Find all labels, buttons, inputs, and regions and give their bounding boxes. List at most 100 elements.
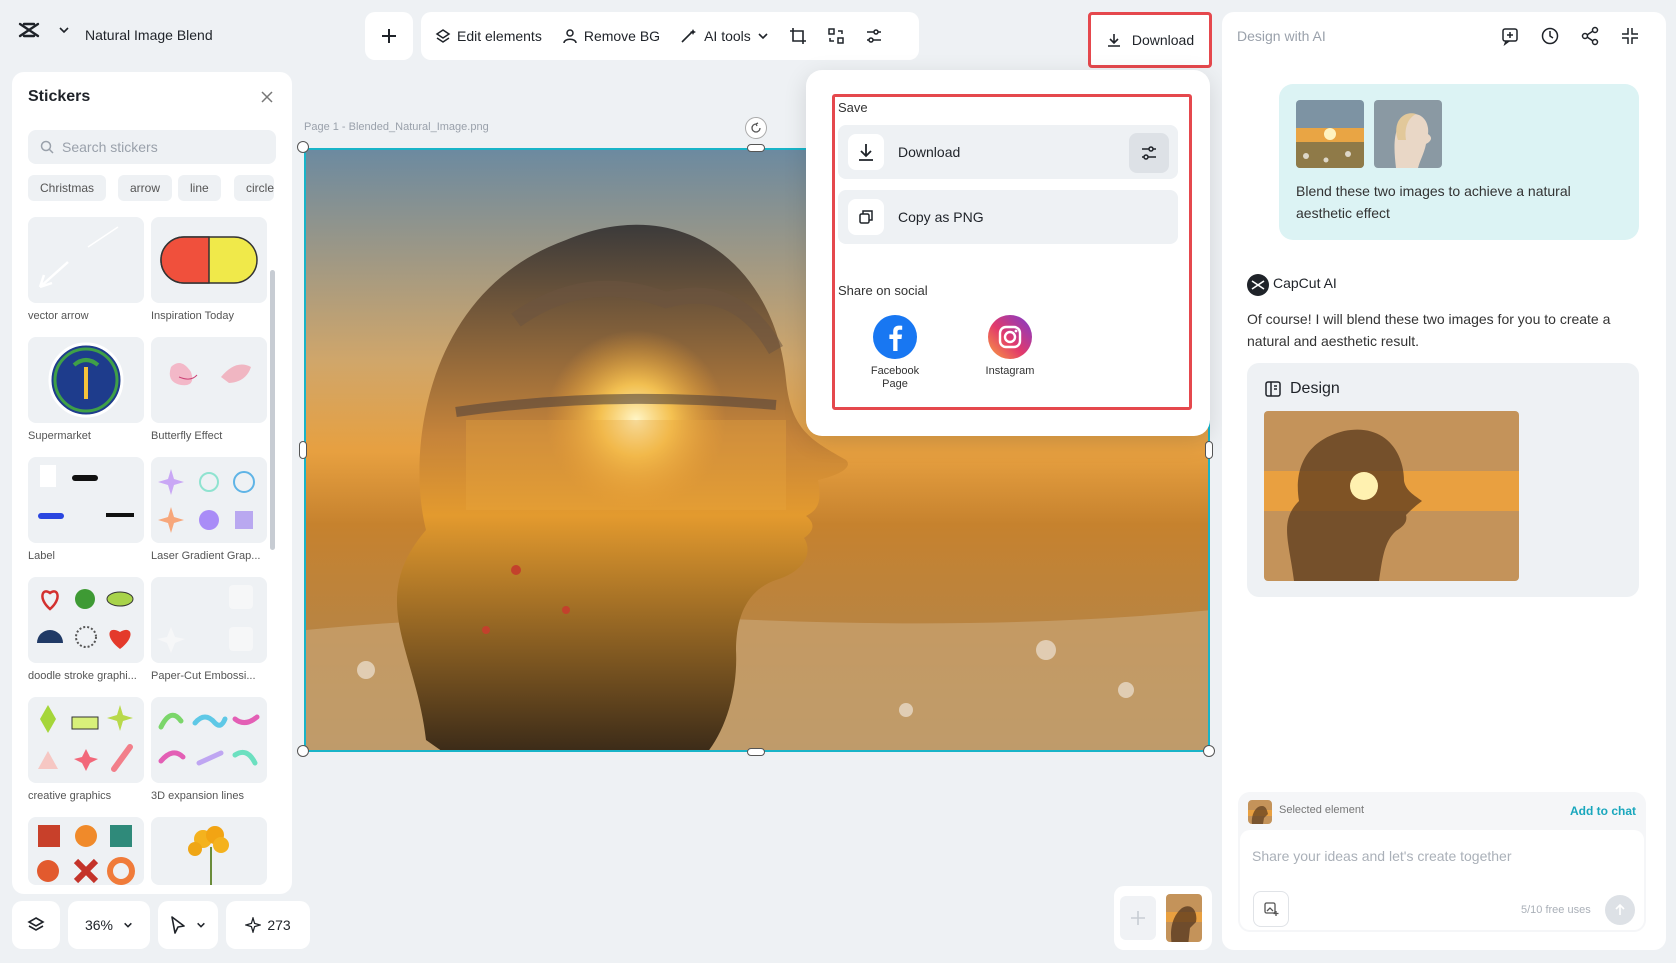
add-to-chat-button[interactable]: Add to chat [1570,804,1636,818]
download-settings-button[interactable] [1129,133,1169,173]
sticker-doodle-stroke[interactable] [28,577,144,663]
rotate-icon [750,122,762,134]
attached-image-portrait[interactable] [1374,100,1442,168]
instagram-icon [975,315,1045,359]
search-icon [40,140,54,154]
chip-christmas[interactable]: Christmas [28,175,107,201]
sticker-search-input[interactable]: Search stickers [28,130,276,164]
resize-handle-bottom-left[interactable] [297,745,309,757]
download-button[interactable]: Download [1088,12,1212,68]
layers-button[interactable] [12,901,60,949]
sticker-label: 3D expansion lines [151,790,244,802]
facebook-icon [860,315,930,359]
copy-as-png-row[interactable]: Copy as PNG [838,190,1178,244]
remove-bg-button[interactable]: Remove BG [562,28,660,44]
attached-image-sunset[interactable] [1296,100,1364,168]
rotate-handle[interactable] [745,117,767,139]
facebook-share-button[interactable]: Facebook Page [860,315,930,391]
close-icon[interactable] [260,90,274,104]
collapse-icon[interactable] [1620,26,1640,46]
sticker-label: doodle stroke graphi... [28,670,137,682]
credits-button[interactable]: 273 [226,901,310,949]
chevron-down-icon [196,920,206,930]
sticker-vector-arrow[interactable] [28,217,144,303]
resize-handle-bottom-right[interactable] [1203,745,1215,757]
sticker-creative-graphics[interactable] [28,697,144,783]
chip-line[interactable]: line [178,175,221,201]
person-icon [562,28,578,44]
design-thumbnail[interactable] [1264,411,1519,581]
remove-bg-label: Remove BG [583,28,661,44]
sticker-label-set[interactable] [28,457,144,543]
plus-icon [1129,909,1147,927]
sticker-label: Label [28,550,55,562]
free-uses-counter: 5/10 free uses [1521,904,1591,916]
sticker-label: Supermarket [28,430,91,442]
app-logo[interactable] [18,22,70,38]
share-icon[interactable] [1580,26,1600,46]
save-section-label: Save [838,100,868,115]
pointer-tool-dropdown[interactable] [158,901,218,949]
chip-arrow[interactable]: arrow [118,175,173,201]
sparkle-icon [245,917,262,933]
attach-image-button[interactable] [1253,891,1289,927]
sticker-label: vector arrow [28,310,89,322]
sticker-laser-gradient[interactable] [151,457,267,543]
sticker-label: creative graphics [28,790,112,802]
history-icon[interactable] [1540,26,1560,46]
sticker-supermarket[interactable] [28,337,144,423]
image-add-icon [1263,901,1279,917]
download-row-label: Download [898,144,961,160]
stickers-title: Stickers [28,88,91,105]
crop-icon[interactable] [789,27,807,45]
copy-icon [848,199,884,235]
user-message-text: Blend these two images to achieve a natu… [1296,183,1571,221]
chat-input-placeholder: Share your ideas and let's create togeth… [1252,848,1512,864]
ai-tools-button[interactable]: AI tools [680,28,769,44]
settings-sliders-icon [1140,144,1158,162]
adjust-icon[interactable] [865,27,883,45]
resize-handle-top-left[interactable] [297,141,309,153]
share-section-label: Share on social [838,283,928,298]
design-title: Design [1290,380,1340,397]
chevron-down-icon[interactable] [58,24,70,36]
credits-count: 273 [267,917,291,933]
sticker-3d-expansion-lines[interactable] [151,697,267,783]
sticker-inspiration-today[interactable] [151,217,267,303]
page-label: Page 1 - Blended_Natural_Image.png [304,121,489,133]
chip-circle[interactable]: circle [234,175,274,201]
sticker-flower[interactable] [151,817,267,885]
sticker-scrollbar[interactable] [270,270,275,550]
design-icon [1264,380,1282,398]
send-button[interactable] [1605,895,1635,925]
project-title[interactable]: Natural Image Blend [85,27,213,43]
add-page-button[interactable] [1120,896,1156,940]
sticker-label: Laser Gradient Grap... [151,550,261,562]
layers-icon [435,28,451,44]
assistant-reply: Of course! I will blend these two images… [1247,311,1611,349]
resize-handle-right[interactable] [1205,441,1213,459]
plus-icon [380,27,398,45]
resize-handle-left[interactable] [299,441,307,459]
chevron-down-icon [757,30,769,42]
new-chat-icon[interactable] [1500,26,1520,46]
edit-elements-label: Edit elements [457,28,542,44]
resize-handle-top[interactable] [747,144,765,152]
edit-elements-button[interactable]: Edit elements [435,28,542,44]
facebook-label: Facebook Page [870,365,920,390]
download-row[interactable]: Download [838,125,1178,179]
magic-wand-icon [680,28,698,44]
resize-handle-bottom[interactable] [747,748,765,756]
sticker-geometric[interactable] [28,817,144,885]
sticker-butterfly-effect[interactable] [151,337,267,423]
zoom-dropdown[interactable]: 36% [68,901,150,949]
top-toolbar: Edit elements Remove BG AI tools [421,12,919,60]
instagram-label: Instagram [985,365,1035,377]
sticker-paper-cut[interactable] [151,577,267,663]
add-button[interactable] [365,12,413,60]
sticker-label: Butterfly Effect [151,430,223,442]
page-1-thumbnail[interactable] [1164,892,1204,944]
instagram-share-button[interactable]: Instagram [975,315,1045,378]
capcut-ai-avatar-icon [1247,274,1269,296]
transform-icon[interactable] [827,27,845,45]
